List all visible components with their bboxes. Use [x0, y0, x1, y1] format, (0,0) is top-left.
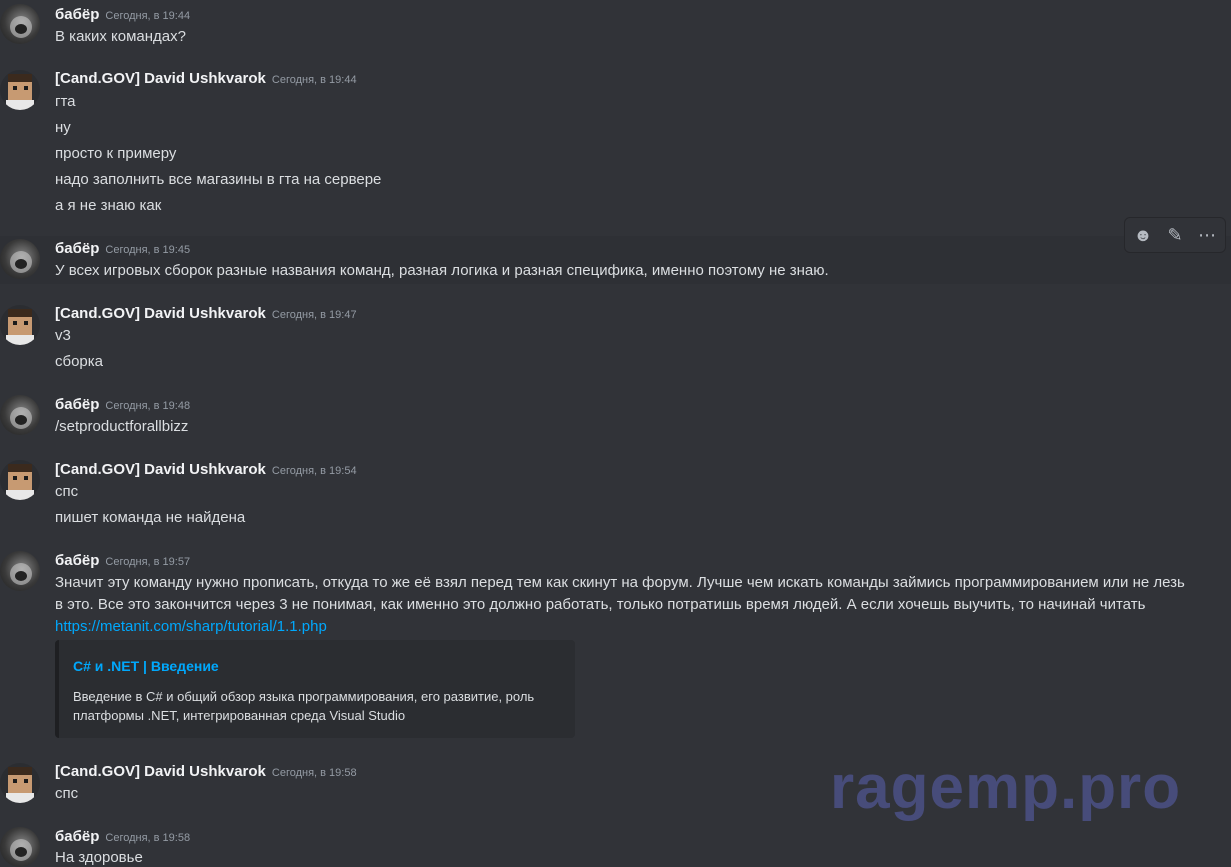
- avatar[interactable]: [0, 551, 40, 591]
- message-text: ну: [55, 119, 71, 136]
- message-text: Значит эту команду нужно прописать, отку…: [55, 574, 1185, 591]
- avatar[interactable]: [0, 395, 40, 435]
- message-header: бабёр Сегодня, в 19:58: [55, 828, 190, 846]
- timestamp: Сегодня, в 19:57: [105, 556, 191, 568]
- message-link[interactable]: https://metanit.com/sharp/tutorial/1.1.p…: [55, 618, 327, 635]
- embed-title[interactable]: C# и .NET | Введение: [73, 658, 219, 674]
- author-name[interactable]: [Cand.GOV] David Ushkvarok: [55, 305, 266, 322]
- message-text: /setproductforallbizz: [55, 418, 189, 435]
- message-text: в это. Все это закончится через 3 не пон…: [55, 596, 1146, 613]
- timestamp: Сегодня, в 19:44: [105, 10, 191, 22]
- timestamp: Сегодня, в 19:45: [105, 244, 191, 256]
- avatar[interactable]: [0, 763, 40, 803]
- avatar[interactable]: [0, 70, 40, 110]
- message-header: [Cand.GOV] David Ushkvarok Сегодня, в 19:…: [55, 305, 357, 323]
- message-text: спс: [55, 483, 79, 500]
- avatar[interactable]: [0, 4, 40, 44]
- more-icon[interactable]: ⋯: [1191, 218, 1223, 252]
- message-header: бабёр Сегодня, в 19:48: [55, 396, 190, 414]
- edit-icon[interactable]: ✎: [1159, 218, 1191, 252]
- message-header: [Cand.GOV] David Ushkvarok Сегодня, в 19:…: [55, 461, 357, 479]
- author-name[interactable]: бабёр: [55, 396, 99, 413]
- message-text: гта: [55, 93, 76, 110]
- avatar[interactable]: [0, 460, 40, 500]
- author-name[interactable]: бабёр: [55, 240, 99, 257]
- avatar[interactable]: [0, 305, 40, 345]
- message-text: сборка: [55, 353, 104, 370]
- avatar[interactable]: [0, 827, 40, 867]
- timestamp: Сегодня, в 19:54: [271, 465, 357, 477]
- author-name[interactable]: бабёр: [55, 552, 99, 569]
- message-text: просто к примеру: [55, 145, 177, 162]
- timestamp: Сегодня, в 19:47: [271, 309, 357, 321]
- message-text: надо заполнить все магазины в гта на сер…: [55, 171, 382, 188]
- timestamp: Сегодня, в 19:48: [105, 400, 191, 412]
- message-text: У всех игровых сборок разные названия ко…: [55, 262, 829, 279]
- message-text: В каких командах?: [55, 28, 186, 45]
- timestamp: Сегодня, в 19:44: [271, 74, 357, 86]
- message-text: спс: [55, 785, 79, 802]
- message-header: бабёр Сегодня, в 19:57: [55, 552, 190, 570]
- author-name[interactable]: бабёр: [55, 6, 99, 23]
- link-embed: C# и .NET | Введение Введение в C# и общ…: [55, 640, 575, 738]
- embed-description: Введение в C# и общий обзор языка програ…: [73, 689, 535, 723]
- timestamp: Сегодня, в 19:58: [105, 832, 191, 844]
- message-text: v3: [55, 327, 71, 344]
- message-text: пишет команда не найдена: [55, 509, 246, 526]
- author-name[interactable]: бабёр: [55, 828, 99, 845]
- message-toolbar: ☻ ✎ ⋯: [1124, 217, 1226, 253]
- message-header: бабёр Сегодня, в 19:44: [55, 6, 190, 24]
- message-header: [Cand.GOV] David Ushkvarok Сегодня, в 19:…: [55, 763, 357, 781]
- message-header: [Cand.GOV] David Ushkvarok Сегодня, в 19:…: [55, 70, 357, 88]
- author-name[interactable]: [Cand.GOV] David Ushkvarok: [55, 70, 266, 87]
- emoji-icon[interactable]: ☻: [1127, 218, 1159, 252]
- message-text: а я не знаю как: [55, 197, 162, 214]
- author-name[interactable]: [Cand.GOV] David Ushkvarok: [55, 763, 266, 780]
- author-name[interactable]: [Cand.GOV] David Ushkvarok: [55, 461, 266, 478]
- message-header: бабёр Сегодня, в 19:45: [55, 240, 190, 258]
- timestamp: Сегодня, в 19:58: [271, 767, 357, 779]
- avatar[interactable]: [0, 239, 40, 279]
- watermark: ragemp.pro: [830, 753, 1182, 822]
